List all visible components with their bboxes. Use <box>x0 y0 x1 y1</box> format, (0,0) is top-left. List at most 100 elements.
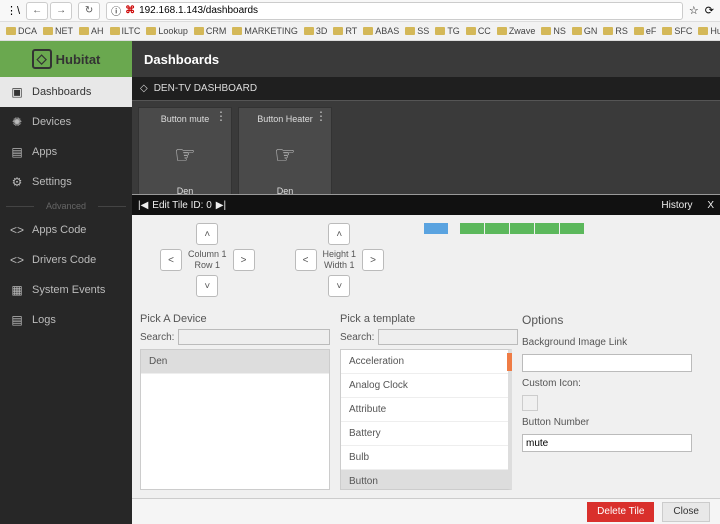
preview-cell[interactable] <box>510 223 534 234</box>
col-left-button[interactable]: ˂ <box>160 249 182 271</box>
editor-title: Edit Tile ID: 0 <box>152 200 211 211</box>
nav-devices[interactable]: ✺Devices <box>0 107 132 137</box>
code-icon: <> <box>10 223 24 237</box>
bookmark-item[interactable]: TG <box>433 26 462 36</box>
tile-menu-icon[interactable]: ⋮ <box>315 114 327 118</box>
device-list[interactable]: Den <box>140 349 330 490</box>
tile-menu-icon[interactable]: ⋮ <box>215 114 227 118</box>
custom-icon-picker[interactable] <box>522 395 538 411</box>
forward-button[interactable]: → <box>50 2 72 20</box>
grid-preview <box>424 223 584 301</box>
bg-image-input[interactable] <box>522 354 692 372</box>
col-right-button[interactable]: ˃ <box>233 249 255 271</box>
nav-system-events[interactable]: ▦System Events <box>0 275 132 305</box>
template-search-input[interactable] <box>378 329 518 345</box>
template-list-item[interactable]: Acceleration <box>341 350 508 374</box>
bookmark-item[interactable]: Lookup <box>144 26 190 36</box>
height-down-button[interactable]: ˅ <box>328 275 350 297</box>
bookmark-item[interactable]: GN <box>570 26 600 36</box>
bookmark-star-icon[interactable]: ☆ <box>689 4 699 17</box>
info-icon: ⓘ <box>111 3 121 18</box>
template-list-item[interactable]: Analog Clock <box>341 374 508 398</box>
delete-tile-button[interactable]: Delete Tile <box>587 502 654 522</box>
button-number-input[interactable] <box>522 434 692 452</box>
bookmark-item[interactable]: AH <box>77 26 106 36</box>
preview-cell[interactable] <box>460 223 484 234</box>
calendar-icon: ▦ <box>10 283 24 297</box>
bookmark-item[interactable]: DCA <box>4 26 39 36</box>
template-list-item[interactable]: Attribute <box>341 398 508 422</box>
preview-cell-selected[interactable] <box>424 223 448 234</box>
tile-editor: |◀ Edit Tile ID: 0 ▶| History X ˄ ˂ Colu… <box>132 194 720 524</box>
hand-tap-icon: ☞ <box>174 141 196 170</box>
brand-logo[interactable]: ◇ Hubitat <box>0 41 132 77</box>
bookmark-item[interactable]: MARKETING <box>230 26 300 36</box>
settings-icon: ⚙ <box>10 175 24 189</box>
apps-icon: ▤ <box>10 145 24 159</box>
bookmark-item[interactable]: ABAS <box>361 26 401 36</box>
height-up-button[interactable]: ˄ <box>328 223 350 245</box>
reading-list-icon[interactable]: ⋮\ <box>6 4 20 17</box>
position-label: Column 1Row 1 <box>188 249 227 271</box>
bookmark-item[interactable]: NET <box>41 26 75 36</box>
bookmark-item[interactable]: Zwave <box>495 26 538 36</box>
editor-footer: Delete Tile Close <box>132 498 720 524</box>
next-tile-icon[interactable]: ▶| <box>216 200 226 211</box>
bookmark-item[interactable]: SFC <box>660 26 694 36</box>
bookmark-item[interactable]: NS <box>539 26 568 36</box>
device-list-item[interactable]: Den <box>141 350 329 374</box>
scroll-indicator[interactable] <box>507 353 512 371</box>
position-controls: ˄ ˂ Column 1Row 1 ˃ ˅ ˄ ˂ Height 1Width … <box>140 219 404 301</box>
url-text: 192.168.1.143/dashboards <box>139 5 258 16</box>
bookmark-item[interactable]: Hubi <box>696 26 720 36</box>
bookmark-item[interactable]: CRM <box>192 26 229 36</box>
bookmark-item[interactable]: 3D <box>302 26 330 36</box>
dashboard-tile[interactable]: Button mute⋮☞Den <box>138 107 232 203</box>
nav-dashboards[interactable]: ▣Dashboards <box>0 77 132 107</box>
preview-cell[interactable] <box>560 223 584 234</box>
prev-tile-icon[interactable]: |◀ <box>138 200 148 211</box>
bookmark-item[interactable]: eF <box>632 26 659 36</box>
sidebar: ◇ Hubitat ▣Dashboards ✺Devices ▤Apps ⚙Se… <box>0 41 132 524</box>
nav-separator: Advanced <box>0 197 132 215</box>
dashboard-subheader: ◇ DEN-TV DASHBOARD <box>132 77 720 101</box>
editor-bar: |◀ Edit Tile ID: 0 ▶| History X <box>132 195 720 215</box>
width-left-button[interactable]: ˂ <box>295 249 317 271</box>
home-icon[interactable]: ◇ <box>140 83 148 94</box>
template-list-item[interactable]: Button <box>341 470 508 490</box>
reload-button[interactable]: ↻ <box>78 2 100 20</box>
url-bar[interactable]: ⓘ ⌘ 192.168.1.143/dashboards <box>106 2 683 20</box>
device-search-input[interactable] <box>178 329 330 345</box>
bookmark-item[interactable]: CC <box>464 26 493 36</box>
main-area: Dashboards ◇ DEN-TV DASHBOARD Button mut… <box>132 41 720 524</box>
close-button[interactable]: Close <box>662 502 710 522</box>
bookmark-item[interactable]: RT <box>331 26 359 36</box>
preview-cell[interactable] <box>535 223 559 234</box>
template-list[interactable]: AccelerationAnalog ClockAttributeBattery… <box>340 349 512 490</box>
template-list-item[interactable]: Battery <box>341 422 508 446</box>
nav-logs[interactable]: ▤Logs <box>0 305 132 335</box>
preview-cell[interactable] <box>485 223 509 234</box>
width-right-button[interactable]: ˃ <box>362 249 384 271</box>
editor-close-x[interactable]: X <box>707 200 714 211</box>
row-down-button[interactable]: ˅ <box>196 275 218 297</box>
dashboard-tile[interactable]: Button Heater⋮☞Den <box>238 107 332 203</box>
refresh-icon[interactable]: ⟳ <box>705 4 714 17</box>
bookmark-item[interactable]: RS <box>601 26 630 36</box>
device-panel: Pick A Device Search: Den <box>140 313 330 490</box>
devices-icon: ✺ <box>10 115 24 129</box>
nav-apps-code[interactable]: <>Apps Code <box>0 215 132 245</box>
logs-icon: ▤ <box>10 313 24 327</box>
device-search-label: Search: <box>140 332 174 343</box>
nav-apps[interactable]: ▤Apps <box>0 137 132 167</box>
row-up-button[interactable]: ˄ <box>196 223 218 245</box>
site-icon: ⌘ <box>125 5 135 16</box>
back-button[interactable]: ← <box>26 2 48 20</box>
bookmark-item[interactable]: SS <box>403 26 431 36</box>
nav-drivers-code[interactable]: <>Drivers Code <box>0 245 132 275</box>
nav-settings[interactable]: ⚙Settings <box>0 167 132 197</box>
template-panel: Pick a template Search: AccelerationAnal… <box>340 313 512 490</box>
template-list-item[interactable]: Bulb <box>341 446 508 470</box>
bookmark-item[interactable]: ILTC <box>108 26 143 36</box>
history-link[interactable]: History <box>661 200 692 211</box>
